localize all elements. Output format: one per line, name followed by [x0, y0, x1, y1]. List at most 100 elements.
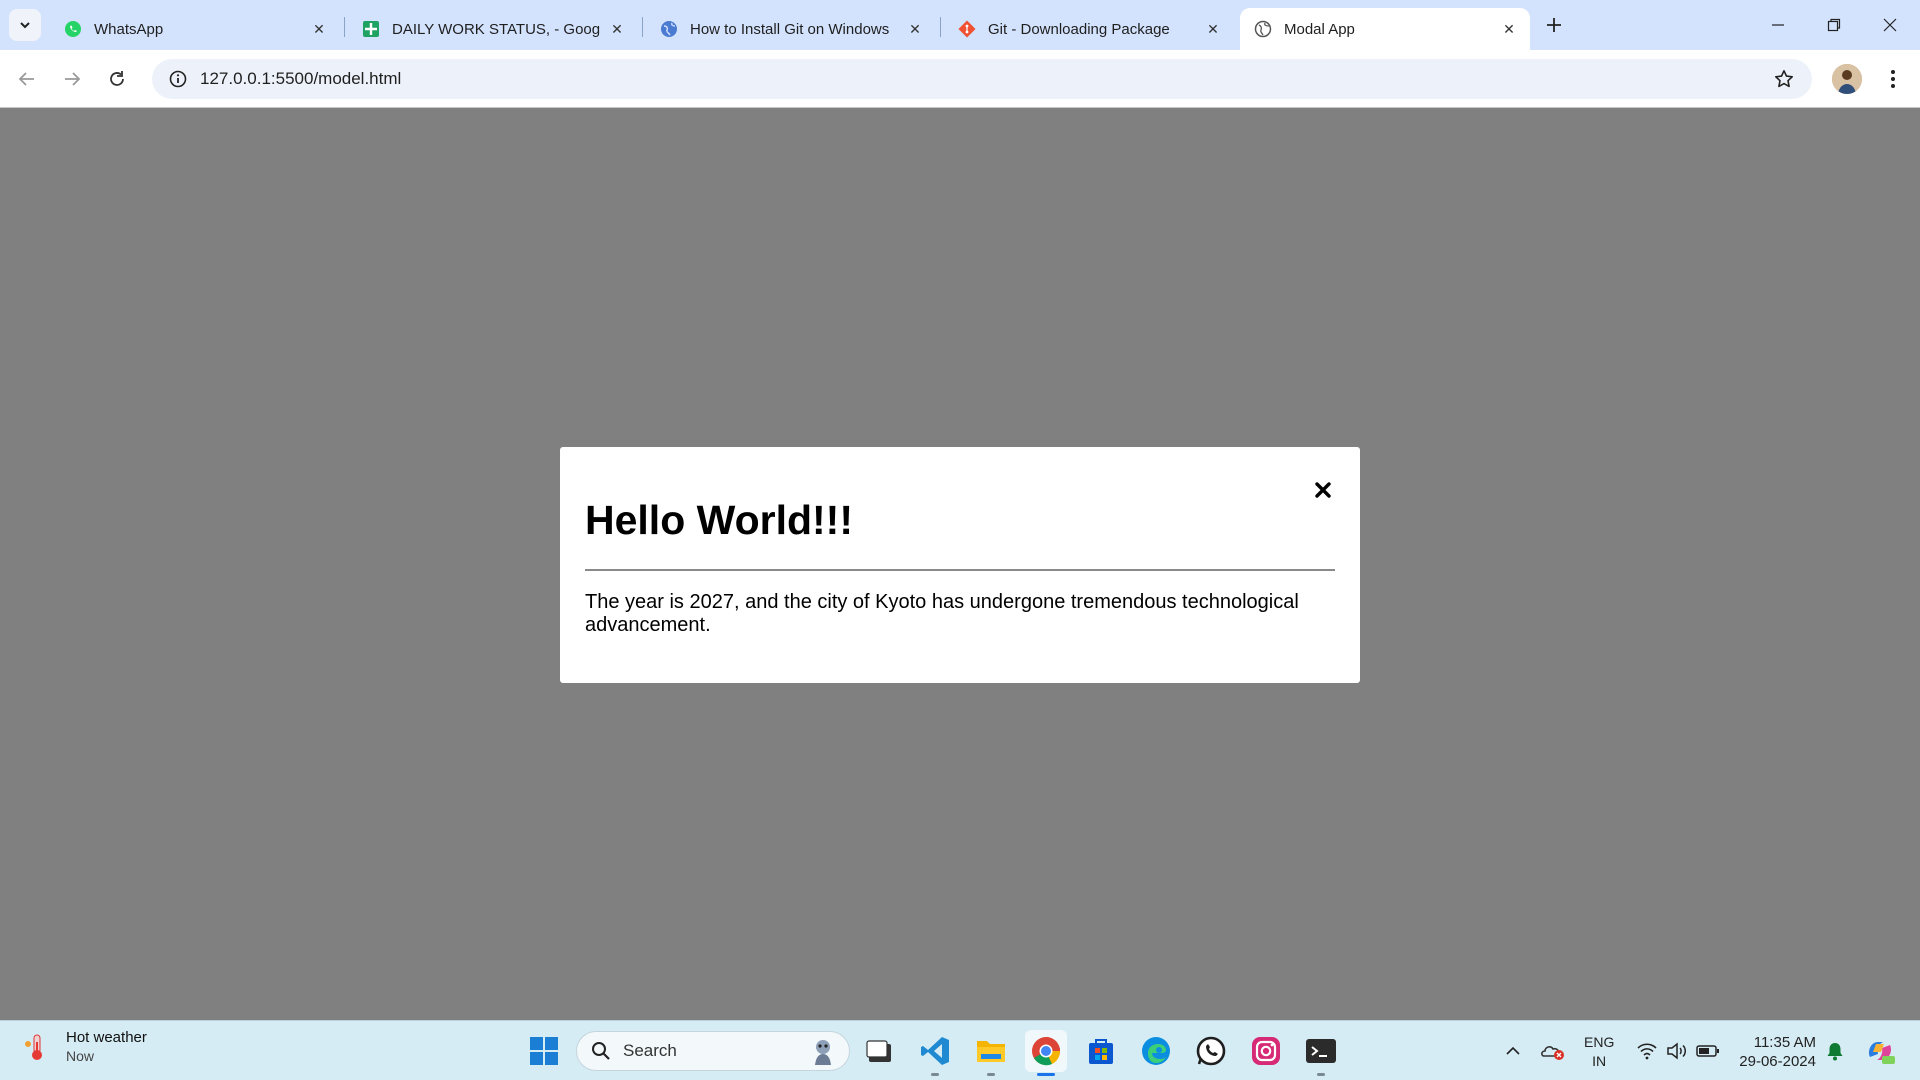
volume-icon: [1667, 1042, 1686, 1060]
tab-title: Modal App: [1284, 20, 1355, 38]
restore-button[interactable]: [1806, 0, 1862, 50]
tab-title: WhatsApp: [94, 20, 164, 38]
more-vert-icon: [1891, 70, 1895, 88]
close-tab-icon[interactable]: ✕: [904, 18, 926, 40]
address-bar[interactable]: 127.0.0.1:5500/model.html: [152, 59, 1812, 99]
arrow-right-icon: [65, 72, 81, 86]
bookmark-star-icon[interactable]: [1764, 69, 1804, 89]
weather-widget[interactable]: Hot weather Now: [20, 1029, 147, 1064]
close-tab-icon[interactable]: ✕: [1498, 18, 1520, 40]
modal-title: Hello World!!!: [585, 497, 853, 543]
tab-daily-work-status[interactable]: DAILY WORK STATUS, - Google ✕: [348, 8, 638, 50]
chrome-icon: [1032, 1037, 1061, 1066]
task-view-button[interactable]: [858, 1030, 900, 1072]
whatsapp-icon: [64, 20, 82, 38]
restore-icon: [1827, 18, 1841, 32]
vscode-app[interactable]: [914, 1030, 956, 1076]
notifications-button[interactable]: [1822, 1021, 1848, 1080]
instagram-app[interactable]: [1245, 1030, 1287, 1072]
clock-date: 29-06-2024: [1739, 1053, 1816, 1070]
copilot-icon: [1868, 1042, 1895, 1064]
new-tab-button[interactable]: [1540, 11, 1568, 39]
chevron-down-icon: [20, 22, 30, 29]
region-code: IN: [1592, 1053, 1607, 1069]
onedrive-error-icon: [1541, 1046, 1564, 1060]
wifi-tray[interactable]: [1634, 1021, 1660, 1080]
tab-whatsapp[interactable]: WhatsApp ✕: [50, 8, 340, 50]
arrow-left-icon: [18, 72, 34, 86]
taskbar-search[interactable]: Search: [576, 1031, 850, 1071]
tab-title: How to Install Git on Windows: [690, 20, 890, 38]
sheets-icon: [362, 20, 380, 38]
store-icon: [1089, 1039, 1113, 1064]
task-view-icon: [866, 1040, 891, 1062]
chevron-up-icon: [1506, 1046, 1520, 1055]
tab-install-git[interactable]: How to Install Git on Windows ✕: [646, 8, 936, 50]
close-window-button[interactable]: [1862, 0, 1918, 50]
close-tab-icon[interactable]: ✕: [308, 18, 330, 40]
back-button[interactable]: [10, 62, 44, 96]
git-icon: [958, 20, 976, 38]
tab-separator: [642, 17, 643, 37]
forward-button[interactable]: [55, 62, 89, 96]
modal-close-button[interactable]: [1310, 477, 1336, 503]
whatsapp-icon: [1196, 1036, 1226, 1066]
browser-menu-button[interactable]: [1878, 62, 1908, 96]
edge-icon: [1142, 1037, 1170, 1065]
page-overlay[interactable]: Hello World!!! The year is 2027, and the…: [0, 109, 1920, 1020]
globe-icon: [1254, 20, 1272, 38]
running-indicator: [1317, 1073, 1325, 1076]
battery-icon: [1696, 1045, 1719, 1057]
modal-body: The year is 2027, and the city of Kyoto …: [585, 591, 1299, 636]
chrome-app[interactable]: [1025, 1030, 1067, 1076]
clock-time: 11:35 AM: [1753, 1034, 1816, 1051]
close-icon: [1883, 18, 1897, 32]
modal-dialog: Hello World!!! The year is 2027, and the…: [560, 447, 1360, 683]
browser-toolbar: 127.0.0.1:5500/model.html: [0, 50, 1920, 108]
windows-logo-icon: [530, 1037, 558, 1065]
volume-tray[interactable]: [1664, 1021, 1690, 1080]
store-app[interactable]: [1080, 1030, 1122, 1072]
running-indicator: [931, 1073, 939, 1076]
copilot-button[interactable]: [1862, 1021, 1898, 1080]
tab-search-button[interactable]: [9, 9, 41, 41]
modal-divider: [585, 569, 1335, 571]
edge-app[interactable]: [1135, 1030, 1177, 1072]
running-indicator: [1037, 1073, 1055, 1076]
search-icon: [592, 1042, 610, 1060]
close-tab-icon[interactable]: ✕: [606, 18, 628, 40]
language-indicator[interactable]: ENG IN: [1584, 1033, 1614, 1071]
terminal-app[interactable]: [1300, 1030, 1342, 1076]
plus-icon: [1547, 18, 1561, 32]
show-hidden-icons-button[interactable]: [1500, 1021, 1526, 1080]
profile-avatar[interactable]: [1832, 64, 1862, 94]
tab-separator: [344, 17, 345, 37]
battery-tray[interactable]: [1694, 1021, 1722, 1080]
file-explorer-app[interactable]: [970, 1030, 1012, 1076]
close-icon: [1315, 482, 1331, 498]
site-info-icon[interactable]: [158, 70, 198, 88]
language-code: ENG: [1584, 1034, 1615, 1050]
folder-icon: [977, 1041, 1005, 1062]
tab-strip: WhatsApp ✕ DAILY WORK STATUS, - Google ✕…: [0, 0, 1920, 50]
taskbar: Hot weather Now Search ENG IN 11:35 AM 2…: [0, 1020, 1920, 1080]
reload-button[interactable]: [100, 62, 134, 96]
search-label: Search: [623, 1041, 677, 1060]
instagram-icon: [1252, 1037, 1280, 1065]
whatsapp-app[interactable]: [1190, 1030, 1232, 1072]
tab-modal-app[interactable]: Modal App ✕: [1240, 8, 1530, 50]
tab-git-downloading[interactable]: Git - Downloading Package ✕: [944, 8, 1234, 50]
terminal-icon: [1306, 1039, 1336, 1063]
bell-icon: [1827, 1043, 1843, 1061]
start-button[interactable]: [523, 1030, 565, 1072]
globe-icon: [660, 20, 678, 38]
tab-title: Git - Downloading Package: [988, 20, 1170, 38]
reload-icon: [110, 71, 124, 86]
url-text[interactable]: 127.0.0.1:5500/model.html: [200, 69, 1764, 89]
weather-subtitle: Now: [66, 1048, 95, 1064]
thermometer-icon: [20, 1030, 54, 1064]
minimize-button[interactable]: [1750, 0, 1806, 50]
system-clock[interactable]: 11:35 AM 29-06-2024: [1730, 1033, 1816, 1071]
onedrive-tray[interactable]: [1538, 1021, 1568, 1080]
close-tab-icon[interactable]: ✕: [1202, 18, 1224, 40]
